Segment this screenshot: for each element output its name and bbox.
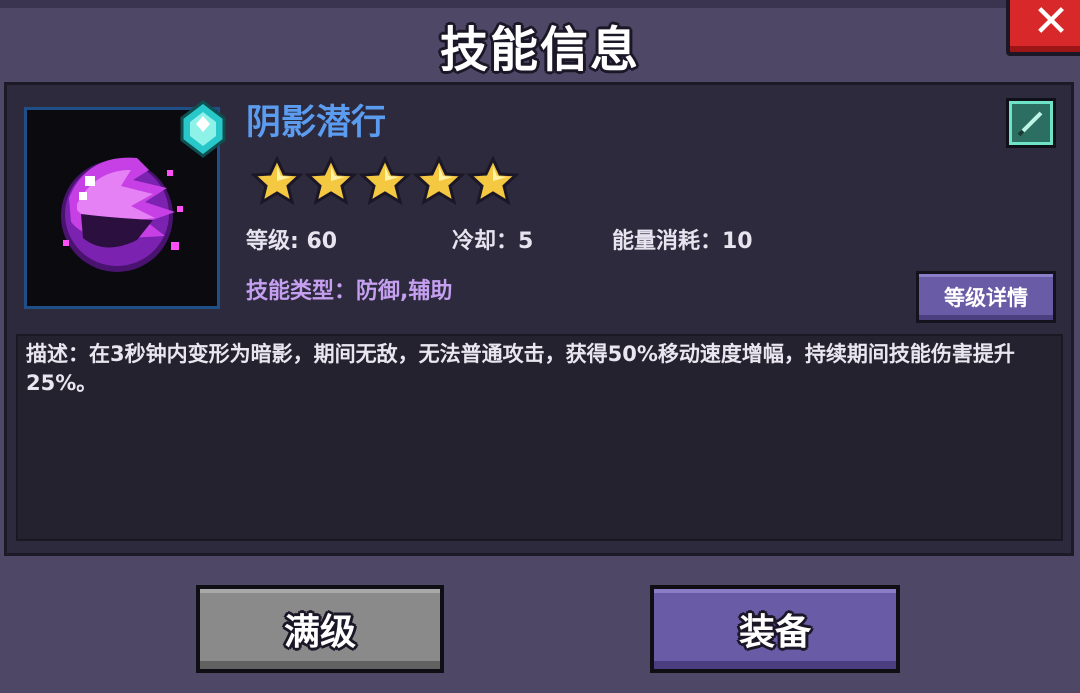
close-icon: ✕ xyxy=(1032,0,1070,47)
sword-edit-icon xyxy=(1017,111,1043,137)
star-icon xyxy=(250,156,304,206)
skill-description: 描述：在3秒钟内变形为暗影，期间无敌，无法普通攻击，获得50%移动速度增幅，持续… xyxy=(26,342,1015,395)
close-button[interactable]: ✕ xyxy=(1006,0,1080,56)
star-icon xyxy=(466,156,520,206)
cyan-gem-icon xyxy=(180,100,226,158)
skill-type: 技能类型：防御,辅助 xyxy=(246,279,453,304)
stat-energy-cost: 能量消耗：10 xyxy=(612,229,753,254)
edit-button[interactable] xyxy=(1006,98,1056,148)
stat-cooldown: 冷却：5 xyxy=(452,229,534,254)
skill-name: 阴影潜行 xyxy=(246,103,387,143)
equip-button[interactable]: 装备 xyxy=(650,585,900,673)
star-rating xyxy=(250,156,520,206)
star-icon xyxy=(304,156,358,206)
star-icon xyxy=(412,156,466,206)
stat-level: 等级: 60 xyxy=(246,229,338,254)
page-title: 技能信息 xyxy=(439,22,640,78)
level-detail-button[interactable]: 等级详情 xyxy=(916,271,1056,323)
star-icon xyxy=(358,156,412,206)
top-edge xyxy=(0,0,1080,8)
max-level-button[interactable]: 满级 xyxy=(196,585,444,673)
